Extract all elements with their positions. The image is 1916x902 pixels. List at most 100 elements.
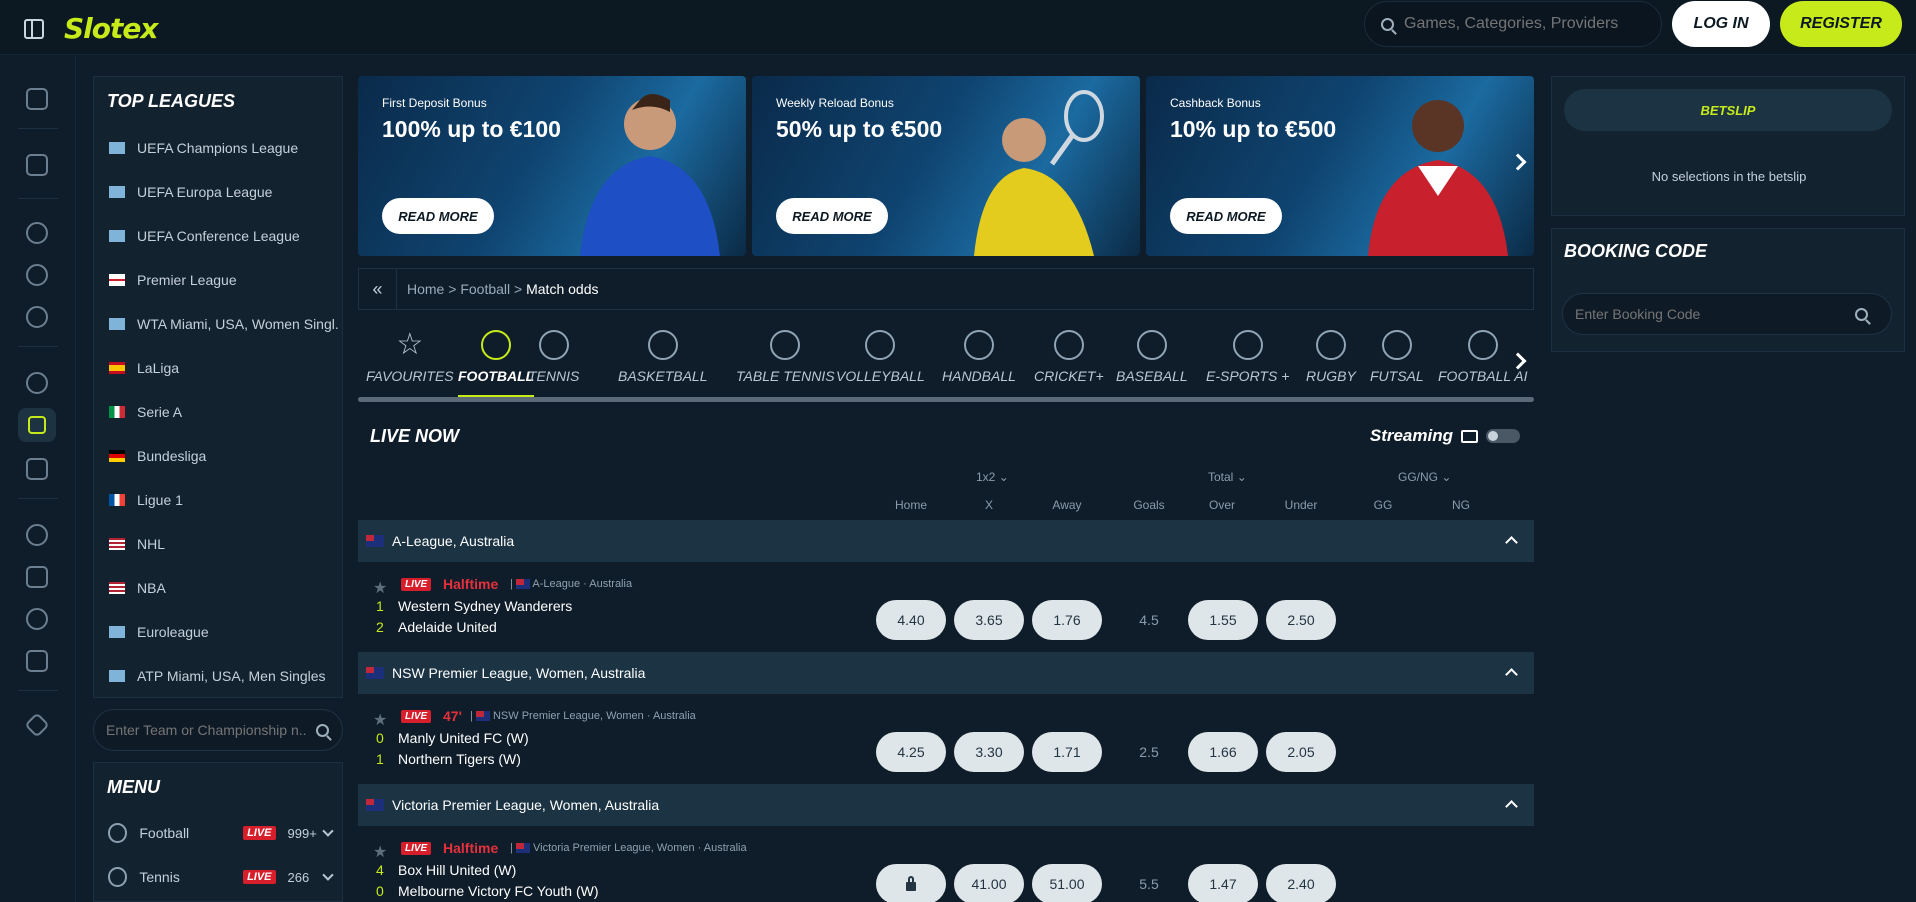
tab-handball[interactable]: HANDBALL	[942, 322, 1016, 398]
login-button[interactable]: LOG IN	[1672, 1, 1770, 47]
league-item[interactable]: ATP Miami, USA, Men Singles	[109, 668, 339, 684]
odd-under-button[interactable]: 2.50	[1266, 600, 1336, 640]
germany-flag-icon	[109, 450, 125, 462]
tab-esports[interactable]: E-SPORTS +	[1206, 322, 1289, 398]
read-more-button[interactable]: READ MORE	[382, 198, 494, 234]
tab-football[interactable]: FOOTBALL	[458, 322, 535, 398]
odd-x-button[interactable]: 3.65	[954, 600, 1024, 640]
league-item[interactable]: UEFA Europa League	[109, 184, 339, 200]
league-item[interactable]: Ligue 1	[109, 492, 339, 508]
tab-baseball[interactable]: BASEBALL	[1116, 322, 1188, 398]
chevron-up-icon[interactable]	[1505, 668, 1518, 681]
promo-banner-cashback[interactable]: Cashback Bonus 10% up to €500 READ MORE	[1146, 76, 1534, 256]
betslip-tab[interactable]: BETSLIP	[1564, 89, 1892, 131]
league-item[interactable]: UEFA Champions League	[109, 140, 339, 156]
promo-banner-first-deposit[interactable]: First Deposit Bonus 100% up to €100 READ…	[358, 76, 746, 256]
home-icon[interactable]	[26, 154, 48, 176]
promo-banner-weekly-reload[interactable]: Weekly Reload Bonus 50% up to €500 READ …	[752, 76, 1140, 256]
odd-x-button[interactable]: 3.30	[954, 732, 1024, 772]
gamepad-icon[interactable]	[26, 458, 48, 480]
global-search[interactable]	[1364, 1, 1662, 47]
league-item-label: UEFA Europa League	[137, 184, 273, 200]
sports-ball-icon[interactable]	[26, 372, 48, 394]
odd-home-button[interactable]	[876, 864, 946, 902]
booking-code-field[interactable]	[1562, 293, 1892, 335]
market-1x2-dropdown[interactable]: 1x2 ⌄	[976, 470, 1009, 484]
sport-tabs-scrollbar[interactable]	[358, 397, 1534, 402]
favourite-star-icon[interactable]: ★	[373, 710, 387, 730]
tab-star[interactable]: ☆ FAVOURITES	[366, 322, 454, 398]
breadcrumb-home[interactable]: Home	[407, 281, 444, 297]
promo-icon[interactable]	[26, 608, 48, 630]
read-more-button[interactable]: READ MORE	[776, 198, 888, 234]
market-total-dropdown[interactable]: Total ⌄	[1208, 470, 1247, 484]
league-header-row[interactable]: NSW Premier League, Women, Australia	[358, 652, 1534, 694]
market-ggng-dropdown[interactable]: GG/NG ⌄	[1398, 470, 1451, 484]
team-search-input[interactable]	[106, 722, 306, 738]
odd-over-button[interactable]: 1.66	[1188, 732, 1258, 772]
favourite-star-icon[interactable]: ★	[373, 578, 387, 598]
tab-cricket[interactable]: CRICKET+	[1034, 322, 1104, 398]
menu-item-tennis[interactable]: Tennis LIVE 266	[108, 867, 334, 887]
odd-over-button[interactable]: 1.55	[1188, 600, 1258, 640]
league-header-row[interactable]: A-League, Australia	[358, 520, 1534, 562]
league-item[interactable]: LaLiga	[109, 360, 339, 376]
help-circle-icon[interactable]	[26, 306, 48, 328]
roulette-icon[interactable]	[26, 222, 48, 244]
streaming-toggle[interactable]	[1486, 429, 1520, 443]
odd-away-button[interactable]: 51.00	[1032, 864, 1102, 902]
tab-volleyball[interactable]: VOLLEYBALL	[836, 322, 925, 398]
odd-away-button[interactable]: 1.71	[1032, 732, 1102, 772]
chevron-up-icon[interactable]	[1505, 536, 1518, 549]
favourite-star-icon[interactable]: ★	[373, 842, 387, 862]
league-item[interactable]: UEFA Conference League	[109, 228, 339, 244]
odd-under-button[interactable]: 2.05	[1266, 732, 1336, 772]
league-name: A-League, Australia	[392, 533, 515, 549]
tab-label: RUGBY	[1306, 368, 1356, 384]
read-more-button[interactable]: READ MORE	[1170, 198, 1282, 234]
match-row[interactable]: ★ LIVE Halftime | A-League · Australia 1 West…	[358, 562, 1534, 652]
collapse-icon[interactable]: «	[359, 269, 397, 309]
league-header-row[interactable]: Victoria Premier League, Women, Australi…	[358, 784, 1534, 826]
league-item[interactable]: NBA	[109, 580, 339, 596]
chevron-down-icon[interactable]	[322, 869, 334, 881]
odd-over-button[interactable]: 1.47	[1188, 864, 1258, 902]
odd-x-button[interactable]: 41.00	[954, 864, 1024, 902]
football-icon	[108, 823, 128, 843]
booking-code-input[interactable]	[1575, 306, 1855, 322]
league-item[interactable]: WTA Miami, USA, Women Singl...	[109, 316, 339, 332]
register-button[interactable]: REGISTER	[1780, 1, 1902, 47]
match-row[interactable]: ★ LIVE Halftime | Victoria Premier League, …	[358, 826, 1534, 902]
league-item[interactable]: Bundesliga	[109, 448, 339, 464]
poker-icon[interactable]	[26, 264, 48, 286]
tab-rugby[interactable]: RUGBY	[1306, 322, 1356, 398]
odd-away-button[interactable]: 1.76	[1032, 600, 1102, 640]
odd-home-button[interactable]: 4.25	[876, 732, 946, 772]
global-search-input[interactable]	[1404, 15, 1644, 33]
chevron-up-icon[interactable]	[1505, 800, 1518, 813]
diamond-icon[interactable]	[24, 712, 50, 738]
league-item[interactable]: NHL	[109, 536, 339, 552]
tab-tennis[interactable]: TENNIS	[528, 322, 579, 398]
trophy-icon[interactable]	[26, 566, 48, 588]
sidebar-toggle-icon[interactable]	[24, 18, 44, 39]
odd-home-button[interactable]: 4.40	[876, 600, 946, 640]
store-icon[interactable]	[26, 650, 48, 672]
league-item[interactable]: Premier League	[109, 272, 339, 288]
breadcrumb-section[interactable]: Football	[460, 281, 510, 297]
tab-futsal[interactable]: FUTSAL	[1370, 322, 1424, 398]
team-search[interactable]	[93, 709, 343, 751]
tab-table-tennis[interactable]: TABLE TENNIS	[736, 322, 835, 398]
menu-item-football[interactable]: Football LIVE 999+	[108, 823, 334, 843]
chevron-down-icon[interactable]	[322, 825, 334, 837]
logo[interactable]: Slotex	[64, 12, 158, 45]
match-row[interactable]: ★ LIVE 47' | NSW Premier League, Women · Au…	[358, 694, 1534, 784]
league-item[interactable]: Serie A	[109, 404, 339, 420]
casino-icon[interactable]	[26, 88, 48, 110]
league-item[interactable]: Euroleague	[109, 624, 339, 640]
tab-basketball[interactable]: BASKETBALL	[618, 322, 708, 398]
odd-under-button[interactable]: 2.40	[1266, 864, 1336, 902]
search-icon[interactable]	[1855, 307, 1868, 321]
live-play-icon[interactable]	[18, 408, 56, 442]
lightbulb-icon[interactable]	[26, 524, 48, 546]
